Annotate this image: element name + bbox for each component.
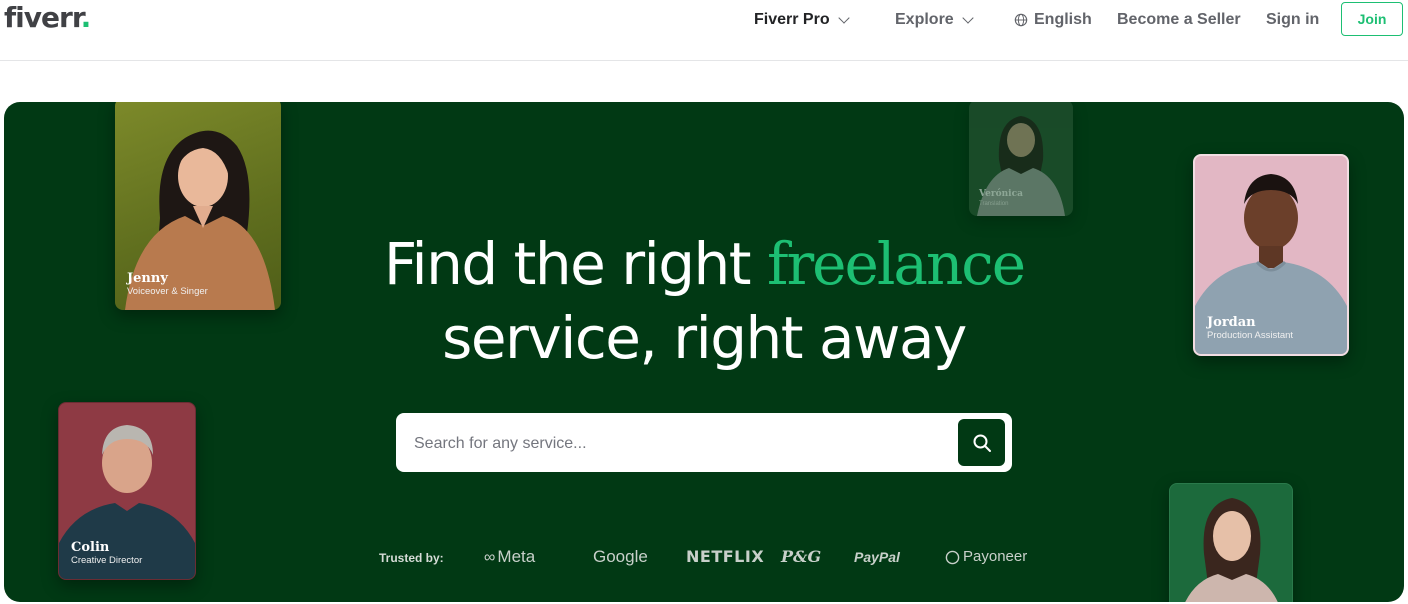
pg-logo: P&G — [781, 547, 822, 566]
meta-infinity-icon: ∞ — [484, 549, 496, 566]
google-logo: Google — [593, 547, 648, 566]
card-role: Translation — [979, 201, 1009, 207]
netflix-logo: NETFLIX — [686, 547, 765, 566]
meta-logo: ∞ Meta — [484, 547, 536, 566]
card-caption: Verónica Translation — [979, 189, 1023, 208]
search-button[interactable] — [958, 419, 1005, 466]
search-input[interactable] — [412, 413, 956, 474]
nav-sign-in-label: Sign in — [1266, 11, 1320, 28]
payoneer-logo: Payoneer — [945, 545, 1027, 569]
nav-fiverr-pro[interactable]: Fiverr Pro — [754, 9, 850, 31]
hero-headline-line2: service, right away — [442, 304, 967, 372]
card-caption: Colin Creative Director — [71, 540, 142, 567]
nav-explore[interactable]: Explore — [895, 9, 974, 31]
card-role: Creative Director — [71, 555, 143, 566]
nav-language[interactable]: English — [1014, 9, 1092, 31]
freelancer-card-colin[interactable]: Colin Creative Director — [58, 402, 196, 580]
nav-fiverr-pro-label: Fiverr Pro — [754, 11, 830, 28]
freelancer-card-veronica[interactable]: Verónica Translation — [969, 102, 1073, 216]
nav-become-seller-label: Become a Seller — [1117, 11, 1241, 28]
headline-accent: freelance — [766, 230, 1026, 298]
nav-become-seller[interactable]: Become a Seller — [1117, 9, 1241, 31]
hero-headline-line1: Find the right freelance — [4, 228, 1404, 300]
payoneer-circle-icon — [945, 550, 960, 564]
trusted-by-label: Trusted by: — [379, 551, 444, 565]
join-button[interactable]: Join — [1341, 2, 1403, 36]
site-header: fiverr. Fiverr Pro Explore English Becom… — [0, 0, 1408, 61]
chevron-down-icon — [962, 11, 974, 24]
globe-icon — [1014, 13, 1028, 27]
search-icon — [973, 434, 991, 452]
freelancer-photo — [1185, 498, 1278, 602]
headline-text: Find the right — [383, 230, 767, 298]
freelancer-card-woman[interactable] — [1169, 483, 1293, 602]
nav-explore-label: Explore — [895, 11, 954, 28]
nav-language-label: English — [1034, 11, 1092, 28]
chevron-down-icon — [837, 11, 850, 24]
hero-section: Jenny Voiceover & Singer Verónica Transl… — [4, 102, 1404, 602]
paypal-logo: PayPal — [854, 549, 900, 565]
hero-search-bar — [396, 413, 1012, 474]
card-name: Verónica — [979, 189, 1023, 199]
fiverr-logo[interactable]: fiverr. — [4, 0, 91, 36]
nav-sign-in[interactable]: Sign in — [1266, 9, 1319, 31]
card-name: Colin — [71, 540, 110, 555]
